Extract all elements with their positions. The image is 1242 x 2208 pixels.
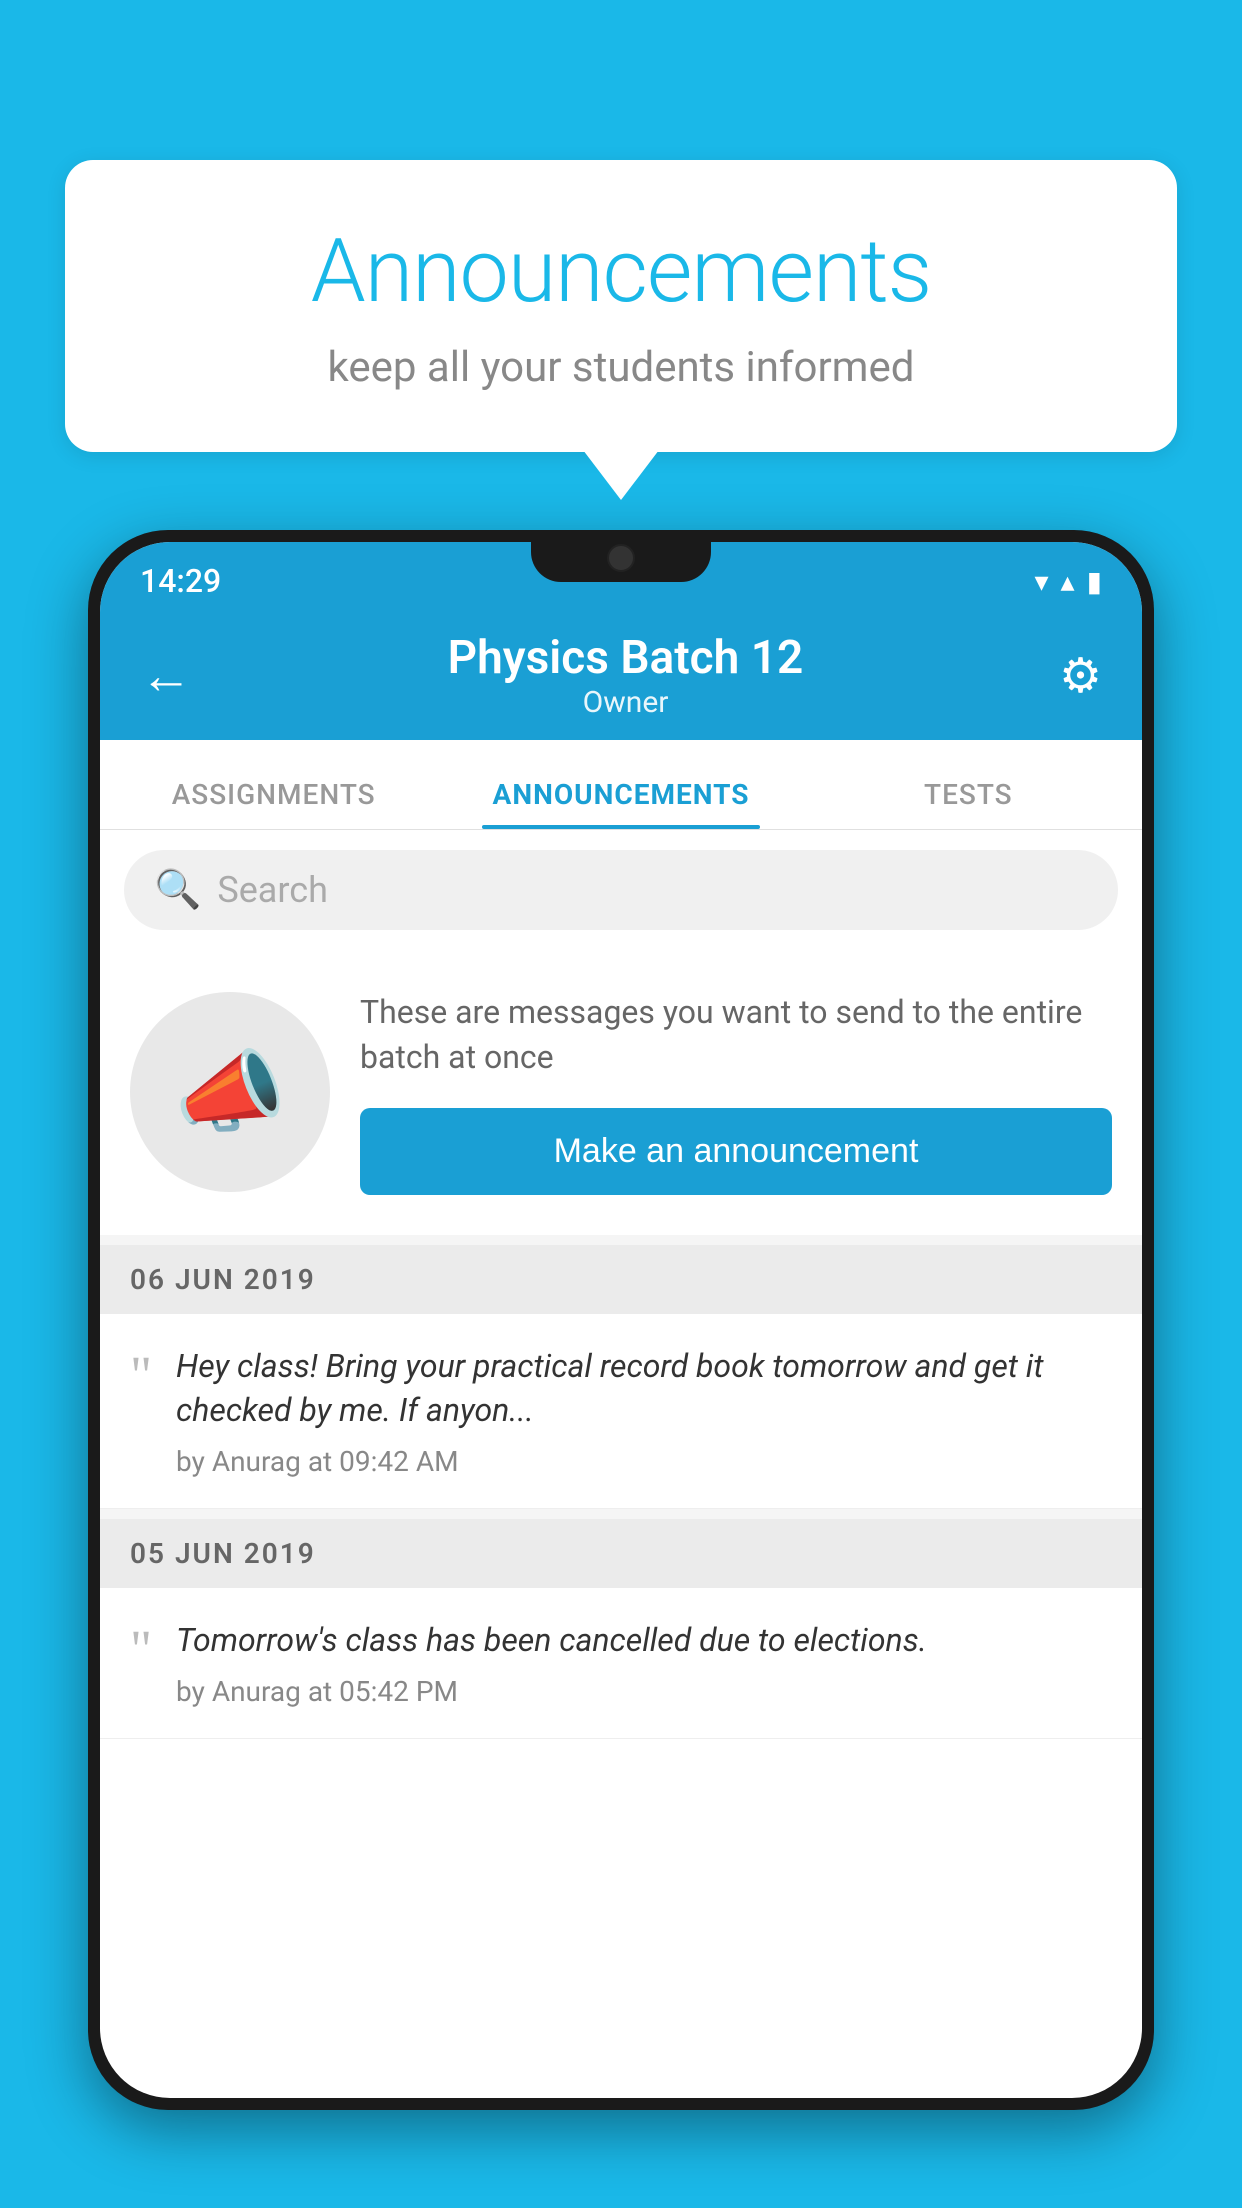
announcement-text-2: Tomorrow's class has been cancelled due …: [176, 1618, 1112, 1663]
tab-assignments[interactable]: ASSIGNMENTS: [100, 778, 447, 829]
make-announcement-button[interactable]: Make an announcement: [360, 1108, 1112, 1195]
bubble-subtitle: keep all your students informed: [145, 343, 1097, 392]
announcement-meta-2: by Anurag at 05:42 PM: [176, 1675, 1112, 1708]
tab-tests[interactable]: TESTS: [795, 778, 1142, 829]
signal-icon: ▴: [1061, 565, 1075, 598]
tab-announcements[interactable]: ANNOUNCEMENTS: [447, 778, 794, 829]
phone-screen: 14:29 ▾ ▴ ▮ ← Physics Batch 12 Owner ⚙ A…: [100, 542, 1142, 2098]
header-center: Physics Batch 12 Owner: [448, 631, 804, 720]
header-title: Physics Batch 12: [448, 631, 804, 685]
announcement-item-2: " Tomorrow's class has been cancelled du…: [100, 1588, 1142, 1739]
wifi-icon: ▾: [1034, 565, 1048, 598]
settings-icon[interactable]: ⚙: [1059, 647, 1102, 704]
announcement-content-2: Tomorrow's class has been cancelled due …: [176, 1618, 1112, 1708]
speech-bubble: Announcements keep all your students inf…: [65, 160, 1177, 452]
promo-icon-circle: 📣: [130, 992, 330, 1192]
tabs-bar: ASSIGNMENTS ANNOUNCEMENTS TESTS: [100, 740, 1142, 830]
date-section-1: 06 JUN 2019: [100, 1245, 1142, 1314]
announcement-meta-1: by Anurag at 09:42 AM: [176, 1445, 1112, 1478]
header-subtitle: Owner: [448, 685, 804, 720]
quote-icon-2: ": [130, 1622, 152, 1676]
search-placeholder: Search: [217, 869, 328, 911]
battery-icon: ▮: [1087, 565, 1102, 598]
app-header: ← Physics Batch 12 Owner ⚙: [100, 610, 1142, 740]
promo-card: 📣 These are messages you want to send to…: [100, 950, 1142, 1235]
search-container: 🔍 Search: [100, 830, 1142, 950]
status-time: 14:29: [140, 562, 221, 600]
announcement-text-1: Hey class! Bring your practical record b…: [176, 1344, 1112, 1434]
phone-frame: 14:29 ▾ ▴ ▮ ← Physics Batch 12 Owner ⚙ A…: [88, 530, 1154, 2110]
announcement-content-1: Hey class! Bring your practical record b…: [176, 1344, 1112, 1479]
phone-camera: [607, 544, 635, 572]
promo-description: These are messages you want to send to t…: [360, 990, 1112, 1080]
date-section-2: 05 JUN 2019: [100, 1519, 1142, 1588]
announcement-item-1: " Hey class! Bring your practical record…: [100, 1314, 1142, 1510]
bubble-title: Announcements: [145, 220, 1097, 323]
phone-container: 14:29 ▾ ▴ ▮ ← Physics Batch 12 Owner ⚙ A…: [88, 530, 1154, 2208]
speech-bubble-container: Announcements keep all your students inf…: [65, 160, 1177, 452]
megaphone-icon: 📣: [174, 1040, 286, 1145]
content-area: 🔍 Search 📣 These are messages you want t…: [100, 830, 1142, 1739]
search-box[interactable]: 🔍 Search: [124, 850, 1118, 930]
quote-icon-1: ": [130, 1348, 152, 1402]
status-icons: ▾ ▴ ▮: [1034, 565, 1102, 598]
search-icon: 🔍: [154, 868, 201, 912]
promo-right: These are messages you want to send to t…: [360, 990, 1112, 1195]
back-button[interactable]: ←: [140, 645, 192, 706]
